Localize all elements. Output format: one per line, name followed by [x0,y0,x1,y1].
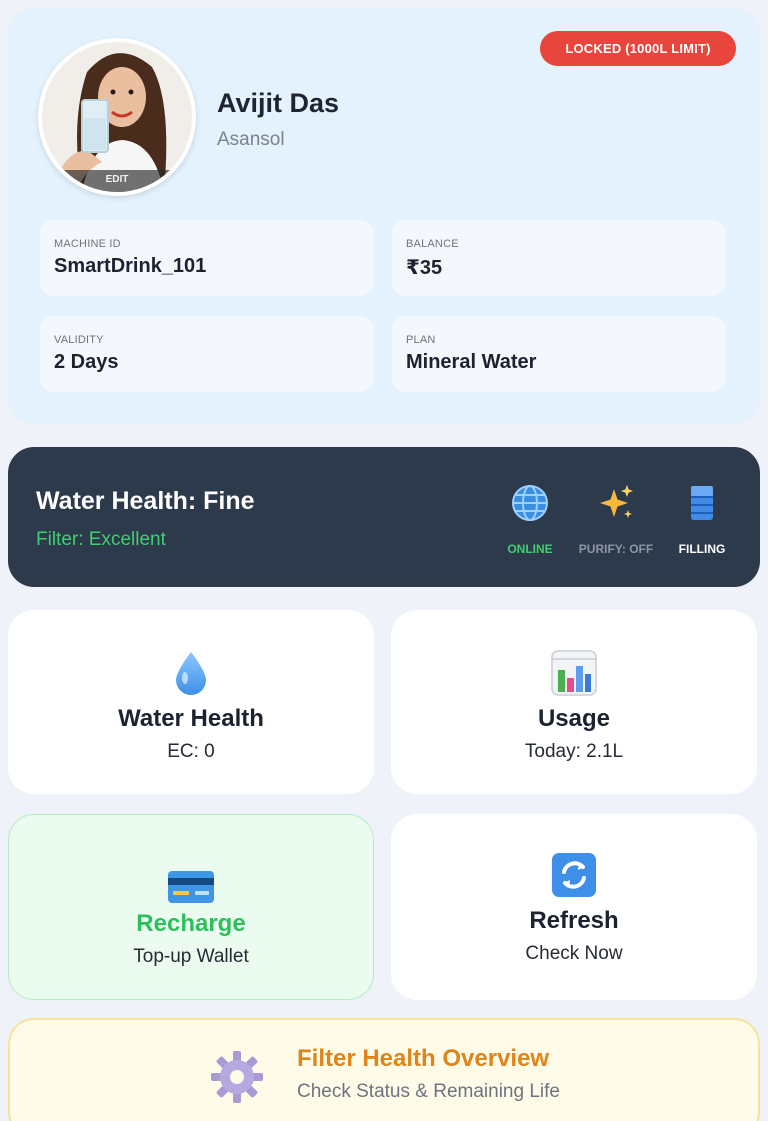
usage-tile[interactable]: Usage Today: 2.1L [391,610,757,794]
tile-title: Recharge [136,910,246,937]
bar-chart-icon [391,650,757,696]
tile-subtitle: Check Now [525,943,623,964]
avatar[interactable]: EDIT [38,38,196,196]
filling-icon [652,483,752,523]
water-health-tile[interactable]: Water Health EC: 0 [8,610,374,794]
gear-icon [210,1050,264,1109]
tile-title: Refresh [529,907,619,934]
purify-indicator: PURIFY: OFF [566,483,666,556]
machine-id-box: MACHINE ID SmartDrink_101 [40,220,374,296]
purify-label: PURIFY: OFF [578,542,654,556]
filling-label: FILLING [678,542,726,556]
credit-card-icon [9,870,373,904]
lock-status-badge: LOCKED (1000L LIMIT) [540,31,736,66]
plan-box: PLAN Mineral Water [392,316,726,392]
online-label: ONLINE [507,542,553,556]
avatar-edit-label[interactable]: EDIT [42,170,192,192]
filling-indicator: FILLING [652,483,752,556]
tile-subtitle: Today: 2.1L [524,741,624,762]
balance-box: BALANCE ₹35 [392,220,726,296]
status-banner: Water Health: Fine Filter: Excellent ONL… [8,447,760,587]
avatar-photo: EDIT [42,42,192,192]
info-label: PLAN [406,334,436,346]
tile-title: Usage [537,705,611,732]
tile-subtitle: EC: 0 [167,741,215,762]
refresh-tile[interactable]: Refresh Check Now [391,814,757,1000]
online-indicator: ONLINE [480,483,580,556]
droplet-icon [8,650,374,696]
info-value: SmartDrink_101 [54,255,207,277]
validity-box: VALIDITY 2 Days [40,316,374,392]
water-health-status: Water Health: Fine [36,487,255,515]
info-value: 2 Days [54,351,119,373]
globe-icon [480,483,580,523]
user-city: Asansol [217,129,285,150]
info-value: Mineral Water [406,351,537,373]
info-label: BALANCE [406,238,459,250]
tile-title: Water Health [118,705,264,732]
filter-overview-title: Filter Health Overview [297,1045,550,1072]
profile-card: LOCKED (1000L LIMIT) EDIT Avijit Das Asa… [8,8,760,424]
info-value: ₹35 [406,257,443,279]
sparkles-icon [566,483,666,523]
filter-overview-subtitle: Check Status & Remaining Life [297,1081,560,1102]
user-name: Avijit Das [217,88,340,118]
info-label: VALIDITY [54,334,104,346]
tile-subtitle: Top-up Wallet [133,946,249,967]
filter-status: Filter: Excellent [36,529,166,550]
recharge-tile[interactable]: Recharge Top-up Wallet [8,814,374,1000]
filter-overview-card[interactable]: Filter Health Overview Check Status & Re… [8,1018,760,1121]
info-label: MACHINE ID [54,238,121,250]
refresh-icon [391,852,757,898]
